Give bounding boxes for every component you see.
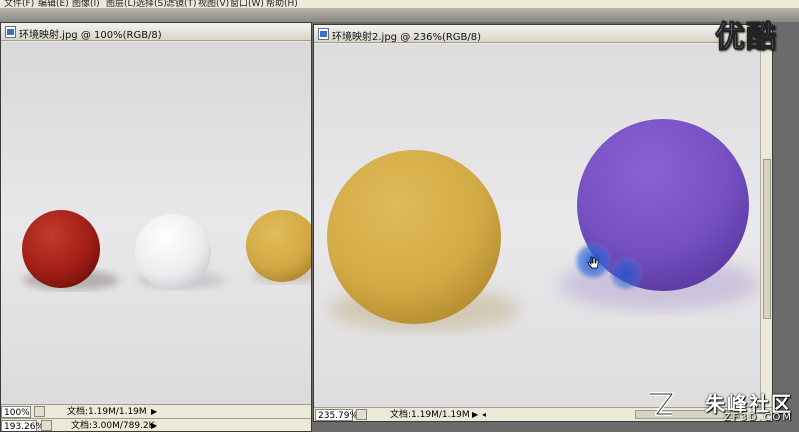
menu-window[interactable]: 窗口(W)	[230, 0, 264, 8]
zoom-button[interactable]	[34, 406, 45, 417]
menu-image[interactable]: 图像(I)	[72, 0, 100, 8]
site-watermark: 朱峰社区 ZF3D.COM	[643, 388, 793, 426]
brush-cursor-trail	[608, 256, 644, 292]
right-scene	[314, 44, 760, 407]
window-title: 环境映射2.jpg @ 236%(RGB/8)	[332, 32, 482, 43]
photoshop-doc-icon	[5, 26, 16, 38]
menu-file[interactable]: 文件(F)	[4, 0, 34, 8]
image-canvas[interactable]	[314, 44, 760, 407]
doc-info: 文档:1.19M/1.19M	[67, 407, 147, 417]
site-url: ZF3D.COM	[723, 412, 793, 423]
arrow-right-icon[interactable]: ▶	[151, 420, 157, 431]
status-bar-secondary: 193.26% 文档:3.00M/789.2K ▶	[1, 418, 311, 431]
menu-layer[interactable]: 图层(L)	[106, 0, 136, 8]
status-bar: 100% 文档:1.19M/1.19M ▶	[1, 404, 311, 418]
yellow-ball-large	[327, 150, 501, 324]
document-window-right[interactable]: 环境映射2.jpg @ 236%(RGB/8) 235.79% 文档:1.19M…	[313, 24, 773, 422]
site-logo-icon	[650, 392, 674, 416]
scrollbar-thumb[interactable]	[763, 159, 771, 319]
window-titlebar[interactable]: 环境映射.jpg @ 100%(RGB/8)	[1, 23, 311, 41]
red-ball	[22, 210, 100, 288]
arrow-right-icon[interactable]: ▶	[151, 406, 157, 418]
zoom-button[interactable]	[356, 409, 367, 420]
document-window-left[interactable]: 环境映射.jpg @ 100%(RGB/8) 100% 文档:1.19M/1.1…	[0, 22, 312, 432]
youku-watermark: 优酷	[715, 20, 777, 56]
doc-info: 文档:1.19M/1.19M	[390, 410, 470, 420]
vertical-scrollbar[interactable]	[760, 44, 772, 407]
window-title: 环境映射.jpg @ 100%(RGB/8)	[19, 30, 162, 41]
menu-help[interactable]: 帮助(H)	[266, 0, 298, 8]
menu-filter[interactable]: 滤镜(T)	[166, 0, 197, 8]
image-canvas[interactable]	[1, 42, 311, 404]
zoom-button-secondary[interactable]	[41, 420, 52, 431]
doc-info-secondary: 文档:3.00M/789.2K	[71, 421, 155, 431]
zoom-field[interactable]: 100%	[1, 406, 31, 418]
left-scene	[1, 42, 311, 404]
scroll-left-icon[interactable]: ◂	[482, 409, 486, 421]
window-titlebar[interactable]: 环境映射2.jpg @ 236%(RGB/8)	[314, 25, 772, 43]
photoshop-doc-icon	[318, 28, 329, 40]
menu-edit[interactable]: 编辑(E)	[38, 0, 69, 8]
white-ball	[135, 214, 211, 290]
zoom-field[interactable]: 235.79%	[315, 409, 358, 421]
arrow-right-icon[interactable]: ▶	[472, 409, 478, 421]
zoom-field-secondary[interactable]: 193.26%	[1, 420, 44, 431]
menu-view[interactable]: 视图(V)	[198, 0, 229, 8]
menu-bar: 文件(F) 编辑(E) 图像(I) 图层(L) 选择(S) 滤镜(T) 视图(V…	[0, 0, 799, 8]
menu-select[interactable]: 选择(S)	[136, 0, 167, 8]
options-bar	[0, 8, 799, 22]
